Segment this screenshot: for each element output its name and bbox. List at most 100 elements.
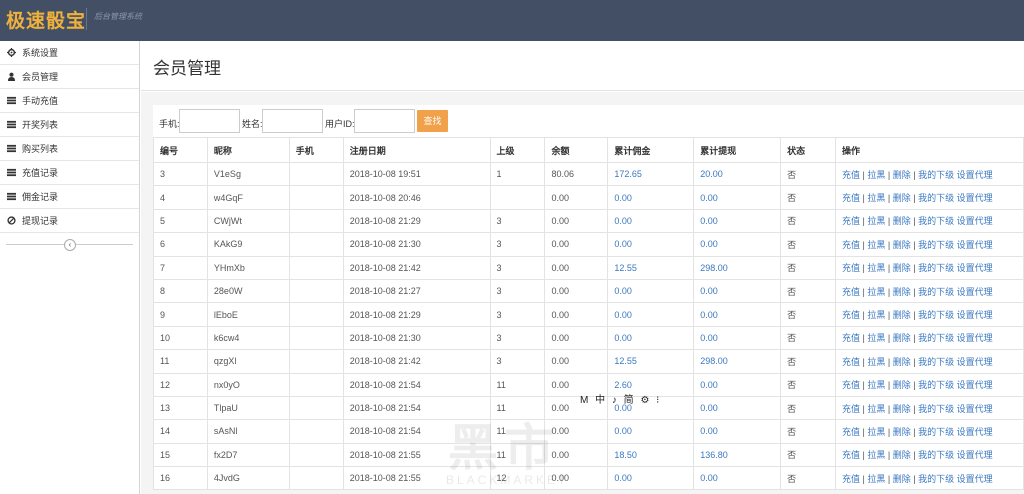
cell-nickname: KAkG9	[206, 232, 290, 257]
blacklist-link[interactable]: 拉黑	[867, 287, 885, 297]
app-logo[interactable]: 极速骰宝	[6, 6, 86, 33]
my-subordinates-link[interactable]: 我的下级	[918, 450, 954, 460]
column-header-nickname[interactable]: 昵称	[206, 137, 290, 163]
blacklist-link[interactable]: 拉黑	[867, 357, 885, 367]
name-input[interactable]	[262, 109, 323, 133]
recharge-link[interactable]: 充值	[842, 240, 860, 250]
set-agent-link[interactable]: 设置代理	[957, 310, 993, 320]
blacklist-link[interactable]: 拉黑	[867, 170, 885, 180]
blacklist-link[interactable]: 拉黑	[867, 216, 885, 226]
sidebar-item-members[interactable]: 会员管理	[0, 65, 139, 89]
search-button[interactable]: 查找	[417, 110, 448, 132]
recharge-link[interactable]: 充值	[842, 380, 860, 390]
my-subordinates-link[interactable]: 我的下级	[918, 357, 954, 367]
set-agent-link[interactable]: 设置代理	[957, 263, 993, 273]
delete-link[interactable]: 删除	[893, 216, 911, 226]
delete-link[interactable]: 删除	[893, 263, 911, 273]
sidebar-item-draw-list[interactable]: 开奖列表	[0, 113, 139, 137]
cell-status: 否	[780, 255, 837, 280]
column-header-id[interactable]: 编号	[153, 137, 208, 163]
my-subordinates-link[interactable]: 我的下级	[918, 263, 954, 273]
my-subordinates-link[interactable]: 我的下级	[918, 287, 954, 297]
my-subordinates-link[interactable]: 我的下级	[918, 333, 954, 343]
sidebar-item-recharge-records[interactable]: 充值记录	[0, 161, 139, 185]
my-subordinates-link[interactable]: 我的下级	[918, 310, 954, 320]
delete-link[interactable]: 删除	[893, 404, 911, 414]
members-table: 编号 昵称 手机 注册日期 上级 余额 累计佣金 累计提现 状态 操作 3 V1e…	[153, 137, 1024, 491]
sidebar-item-purchase-list[interactable]: 购买列表	[0, 137, 139, 161]
recharge-link[interactable]: 充值	[842, 287, 860, 297]
column-header-withdrawn[interactable]: 累计提现	[693, 137, 782, 163]
column-header-balance[interactable]: 余额	[544, 137, 609, 163]
column-header-parent[interactable]: 上级	[489, 137, 546, 163]
blacklist-link[interactable]: 拉黑	[867, 333, 885, 343]
set-agent-link[interactable]: 设置代理	[957, 380, 993, 390]
recharge-link[interactable]: 充值	[842, 193, 860, 203]
my-subordinates-link[interactable]: 我的下级	[918, 427, 954, 437]
set-agent-link[interactable]: 设置代理	[957, 193, 993, 203]
blacklist-link[interactable]: 拉黑	[867, 427, 885, 437]
delete-link[interactable]: 删除	[893, 240, 911, 250]
blacklist-link[interactable]: 拉黑	[867, 263, 885, 273]
my-subordinates-link[interactable]: 我的下级	[918, 380, 954, 390]
delete-link[interactable]: 删除	[893, 193, 911, 203]
my-subordinates-link[interactable]: 我的下级	[918, 474, 954, 484]
delete-link[interactable]: 删除	[893, 287, 911, 297]
recharge-link[interactable]: 充值	[842, 310, 860, 320]
set-agent-link[interactable]: 设置代理	[957, 404, 993, 414]
delete-link[interactable]: 删除	[893, 474, 911, 484]
link-separator: |	[910, 193, 919, 204]
column-header-phone[interactable]: 手机	[288, 137, 344, 163]
uid-input[interactable]	[354, 109, 415, 133]
blacklist-link[interactable]: 拉黑	[867, 450, 885, 460]
phone-input[interactable]	[179, 109, 240, 133]
blacklist-link[interactable]: 拉黑	[867, 193, 885, 203]
sidebar-item-withdraw-records[interactable]: 提现记录	[0, 209, 139, 233]
set-agent-link[interactable]: 设置代理	[957, 216, 993, 226]
collapse-sidebar-button[interactable]: ‹	[64, 239, 76, 251]
set-agent-link[interactable]: 设置代理	[957, 170, 993, 180]
cell-balance: 0.00	[544, 325, 609, 351]
sidebar-item-commission-records[interactable]: 佣金记录	[0, 185, 139, 209]
delete-link[interactable]: 删除	[893, 380, 911, 390]
set-agent-link[interactable]: 设置代理	[957, 240, 993, 250]
column-header-status[interactable]: 状态	[780, 137, 837, 163]
ime-toolbar[interactable]: M 中 ♪ 简 ⚙ ⁝	[580, 391, 661, 406]
set-agent-link[interactable]: 设置代理	[957, 427, 993, 437]
delete-link[interactable]: 删除	[893, 170, 911, 180]
set-agent-link[interactable]: 设置代理	[957, 357, 993, 367]
sidebar-item-manual-recharge[interactable]: 手动充值	[0, 89, 139, 113]
set-agent-link[interactable]: 设置代理	[957, 474, 993, 484]
my-subordinates-link[interactable]: 我的下级	[918, 170, 954, 180]
set-agent-link[interactable]: 设置代理	[957, 450, 993, 460]
set-agent-link[interactable]: 设置代理	[957, 287, 993, 297]
column-header-commission[interactable]: 累计佣金	[607, 137, 695, 163]
recharge-link[interactable]: 充值	[842, 474, 860, 484]
blacklist-link[interactable]: 拉黑	[867, 474, 885, 484]
my-subordinates-link[interactable]: 我的下级	[918, 193, 954, 203]
recharge-link[interactable]: 充值	[842, 170, 860, 180]
delete-link[interactable]: 删除	[893, 333, 911, 343]
column-header-register-date[interactable]: 注册日期	[342, 137, 491, 163]
recharge-link[interactable]: 充值	[842, 357, 860, 367]
recharge-link[interactable]: 充值	[842, 404, 860, 414]
recharge-link[interactable]: 充值	[842, 216, 860, 226]
delete-link[interactable]: 删除	[893, 310, 911, 320]
blacklist-link[interactable]: 拉黑	[867, 310, 885, 320]
delete-link[interactable]: 删除	[893, 357, 911, 367]
my-subordinates-link[interactable]: 我的下级	[918, 216, 954, 226]
my-subordinates-link[interactable]: 我的下级	[918, 240, 954, 250]
blacklist-link[interactable]: 拉黑	[867, 240, 885, 250]
recharge-link[interactable]: 充值	[842, 333, 860, 343]
blacklist-link[interactable]: 拉黑	[867, 380, 885, 390]
blacklist-link[interactable]: 拉黑	[867, 404, 885, 414]
recharge-link[interactable]: 充值	[842, 450, 860, 460]
set-agent-link[interactable]: 设置代理	[957, 333, 993, 343]
delete-link[interactable]: 删除	[893, 427, 911, 437]
recharge-link[interactable]: 充值	[842, 263, 860, 273]
recharge-link[interactable]: 充值	[842, 427, 860, 437]
table-row: 3 V1eSg 2018-10-08 19:51 1 80.06 172.65 20.00 否…	[153, 161, 1024, 187]
my-subordinates-link[interactable]: 我的下级	[918, 404, 954, 414]
delete-link[interactable]: 删除	[893, 450, 911, 460]
sidebar-item-system-settings[interactable]: 系统设置	[0, 41, 139, 65]
